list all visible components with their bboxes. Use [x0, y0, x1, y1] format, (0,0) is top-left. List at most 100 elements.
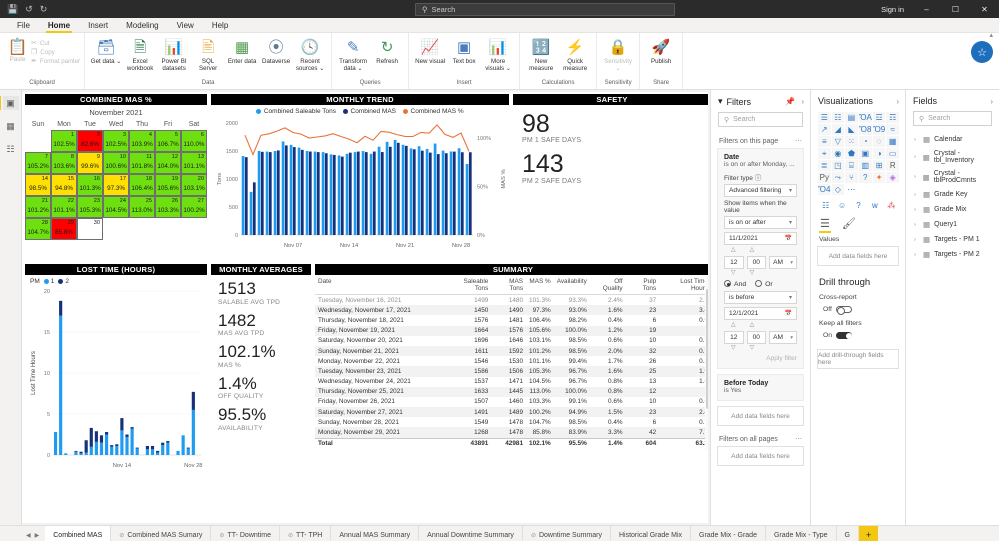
- menu-item-view[interactable]: View: [168, 18, 203, 33]
- chevron-right-icon[interactable]: ›: [914, 174, 919, 180]
- lost-bar-pm2-4[interactable]: [74, 450, 78, 452]
- bar-mas-12[interactable]: [340, 156, 344, 235]
- bar-saleable-5[interactable]: [281, 141, 285, 235]
- undo-icon[interactable]: ↺: [25, 4, 33, 14]
- lost-bar-pm2-12[interactable]: [115, 444, 119, 446]
- page-tab-2[interactable]: ⊘ TT- Downtime: [211, 526, 280, 541]
- calendar-cell-day-16[interactable]: 16 101.3%: [77, 174, 103, 196]
- calendar-cell-day-7[interactable]: 7 105.2%: [25, 152, 51, 174]
- legend-item-saleable-tons[interactable]: Combined Saleable Tons: [256, 108, 336, 115]
- table-row[interactable]: Friday, November 26, 2021 1507 1460 103.3% 9…: [315, 397, 708, 407]
- summary-table-scrollbar[interactable]: [705, 275, 708, 450]
- chevron-right-icon[interactable]: ›: [914, 252, 919, 258]
- power-apps-icon[interactable]: ◇: [831, 184, 845, 195]
- chevron-right-icon[interactable]: ›: [990, 97, 993, 106]
- menu-item-file[interactable]: File: [8, 18, 39, 33]
- table-row[interactable]: Thursday, November 18, 2021 1576 1481 106.4…: [315, 315, 708, 325]
- paste-button[interactable]: 📋 Paste: [4, 37, 31, 64]
- calendar-cell-day-17[interactable]: 17 97.3%: [103, 174, 129, 196]
- chevron-right-icon[interactable]: ›: [914, 222, 919, 228]
- kpi-icon[interactable]: ◳: [831, 160, 845, 171]
- lost-bar-pm1-7[interactable]: [89, 446, 93, 455]
- page-tab-3[interactable]: ⊘ TT- TPH: [280, 526, 332, 541]
- get-data-button[interactable]: 🗃 Get data ⌄: [89, 36, 123, 66]
- page-filters-drop-zone[interactable]: Add data fields here: [717, 406, 804, 426]
- calendar-cell-day-30[interactable]: 30: [77, 218, 103, 240]
- calendar-icon[interactable]: 📅: [785, 310, 792, 317]
- lost-bar-pm2-21[interactable]: [161, 442, 165, 446]
- lost-bar-pm1-8[interactable]: [94, 441, 98, 455]
- chevron-up-icon[interactable]: ▴: [989, 31, 993, 39]
- chevron-right-icon[interactable]: ›: [896, 97, 899, 106]
- ampm-1-select[interactable]: AM ▾: [769, 256, 797, 269]
- date-2-input[interactable]: 12/1/2021 📅: [724, 307, 797, 320]
- bar-saleable-2[interactable]: [257, 151, 261, 235]
- bar-mas-22[interactable]: [420, 150, 424, 235]
- bar-mas-4[interactable]: [276, 150, 280, 235]
- qa-visual-icon[interactable]: ?: [858, 172, 872, 183]
- bar-saleable-18[interactable]: [385, 141, 389, 235]
- page-tabs[interactable]: Combined MAS ⊘ Combined MAS Sumary ⊘ TT- Dow…: [45, 526, 879, 541]
- pin-icon[interactable]: 📌: [785, 97, 795, 106]
- visualization-type-gallery[interactable]: ☰ ☷ ▤ ὌA ☲ ☶ ↗ ◢ ◣ Ὄ8 Ὄ9 ≈ ≡ ▽ ⁙ ◔ ◌ ▦ ⌖ ◉ ⬟ ▣ ◑ ▭ ≣ ◳ ⌸ ▥ ⊞ R Py ⤳ ⑂? ✦ ◈…: [811, 111, 905, 197]
- stacked-area-chart-icon[interactable]: ◣: [845, 124, 858, 135]
- stacked-bar-chart-icon[interactable]: ☰: [818, 112, 831, 123]
- cross-report-toggle-row[interactable]: Off: [811, 304, 905, 317]
- lost-bar-pm2-15[interactable]: [130, 427, 134, 429]
- bar-mas-19[interactable]: [396, 142, 400, 235]
- field-well-tabs[interactable]: ☰ 🖌: [811, 213, 905, 233]
- publish-button[interactable]: 🚀 Publish: [644, 36, 678, 66]
- lost-bar-pm2-8[interactable]: [94, 431, 98, 442]
- field-table-2[interactable]: › ▦ Crystal - tblProdCmnts: [906, 167, 999, 187]
- lost-time-legend[interactable]: PM 1 2: [25, 275, 207, 285]
- and-radio-option[interactable]: And: [724, 280, 746, 288]
- menu-item-help[interactable]: Help: [203, 18, 237, 33]
- close-button[interactable]: ✕: [970, 0, 999, 18]
- bar-saleable-24[interactable]: [433, 143, 437, 235]
- redo-icon[interactable]: ↻: [40, 4, 48, 14]
- calendar-cell-day-21[interactable]: 21 101.2%: [25, 196, 51, 218]
- calendar-cell-day-28[interactable]: 28 104.7%: [25, 218, 51, 240]
- lost-bar-pm1-22[interactable]: [166, 442, 170, 455]
- drill-through-drop-zone[interactable]: Add drill-through fields here: [817, 349, 899, 369]
- tile-monthly-averages[interactable]: MONTHLY AVERAGES 1513 SALABLE AVG TPD 1482…: [211, 264, 311, 476]
- page-tab-10[interactable]: G: [836, 526, 859, 541]
- report-view-icon[interactable]: ▣: [0, 96, 19, 110]
- table-row[interactable]: Wednesday, November 24, 2021 1537 1471 104.…: [315, 377, 708, 387]
- filter-type-select[interactable]: Advanced filtering ▾: [724, 184, 797, 197]
- calendar-cell-day-10[interactable]: 10 100.6%: [103, 152, 129, 174]
- visualization-extra-gallery[interactable]: ☷ ☺? w ⁂: [811, 197, 905, 213]
- table-row[interactable]: Saturday, November 27, 2021 1491 1489 100.2…: [315, 407, 708, 418]
- global-search-box[interactable]: ⚲ Search: [415, 3, 675, 16]
- keep-all-filters-toggle[interactable]: [836, 332, 853, 339]
- lost-bar-pm1-15[interactable]: [130, 428, 134, 455]
- bar-mas-16[interactable]: [372, 151, 376, 235]
- lost-bar-pm1-6[interactable]: [84, 452, 88, 455]
- col-off-quality[interactable]: Off Quality: [589, 275, 626, 295]
- format-visual-icon[interactable]: ☷: [818, 200, 833, 211]
- bar-saleable-22[interactable]: [417, 146, 421, 235]
- field-table-6[interactable]: › ▦ Targets - PM 1: [906, 232, 999, 247]
- shape-map-icon[interactable]: ⬟: [845, 148, 858, 159]
- bar-mas-26[interactable]: [452, 151, 456, 235]
- col-pulp-tons[interactable]: Pulp Tons: [625, 275, 660, 295]
- bar-saleable-10[interactable]: [321, 152, 325, 235]
- calendar-cell-day-8[interactable]: 8 103.6%: [51, 152, 77, 174]
- lost-bar-pm2-5[interactable]: [79, 451, 83, 454]
- lost-bar-pm1-18[interactable]: [145, 449, 149, 455]
- maximize-button[interactable]: ☐: [941, 0, 970, 18]
- lost-bar-pm1-1[interactable]: [59, 315, 63, 455]
- minute-1-down-icon[interactable]: ▽: [750, 269, 755, 276]
- bar-saleable-16[interactable]: [369, 153, 373, 235]
- and-or-radio-group[interactable]: And Or: [724, 280, 797, 288]
- py-visual-icon[interactable]: Py: [818, 172, 831, 183]
- minute-2-up-icon[interactable]: △: [750, 321, 755, 328]
- help-icon[interactable]: ?: [851, 200, 866, 211]
- bar-mas-1[interactable]: [252, 182, 256, 235]
- minute-2-input[interactable]: 00: [746, 331, 767, 344]
- bar-mas-15[interactable]: [364, 152, 368, 235]
- tile-safety[interactable]: SAFETY 98 PM 1 SAFE DAYS 143 PM 2 SAFE D…: [513, 94, 708, 262]
- minute-2-down-icon[interactable]: ▽: [750, 344, 755, 351]
- lost-bar-pm1-4[interactable]: [74, 451, 78, 455]
- key-influencers-icon[interactable]: ⤳: [831, 172, 845, 183]
